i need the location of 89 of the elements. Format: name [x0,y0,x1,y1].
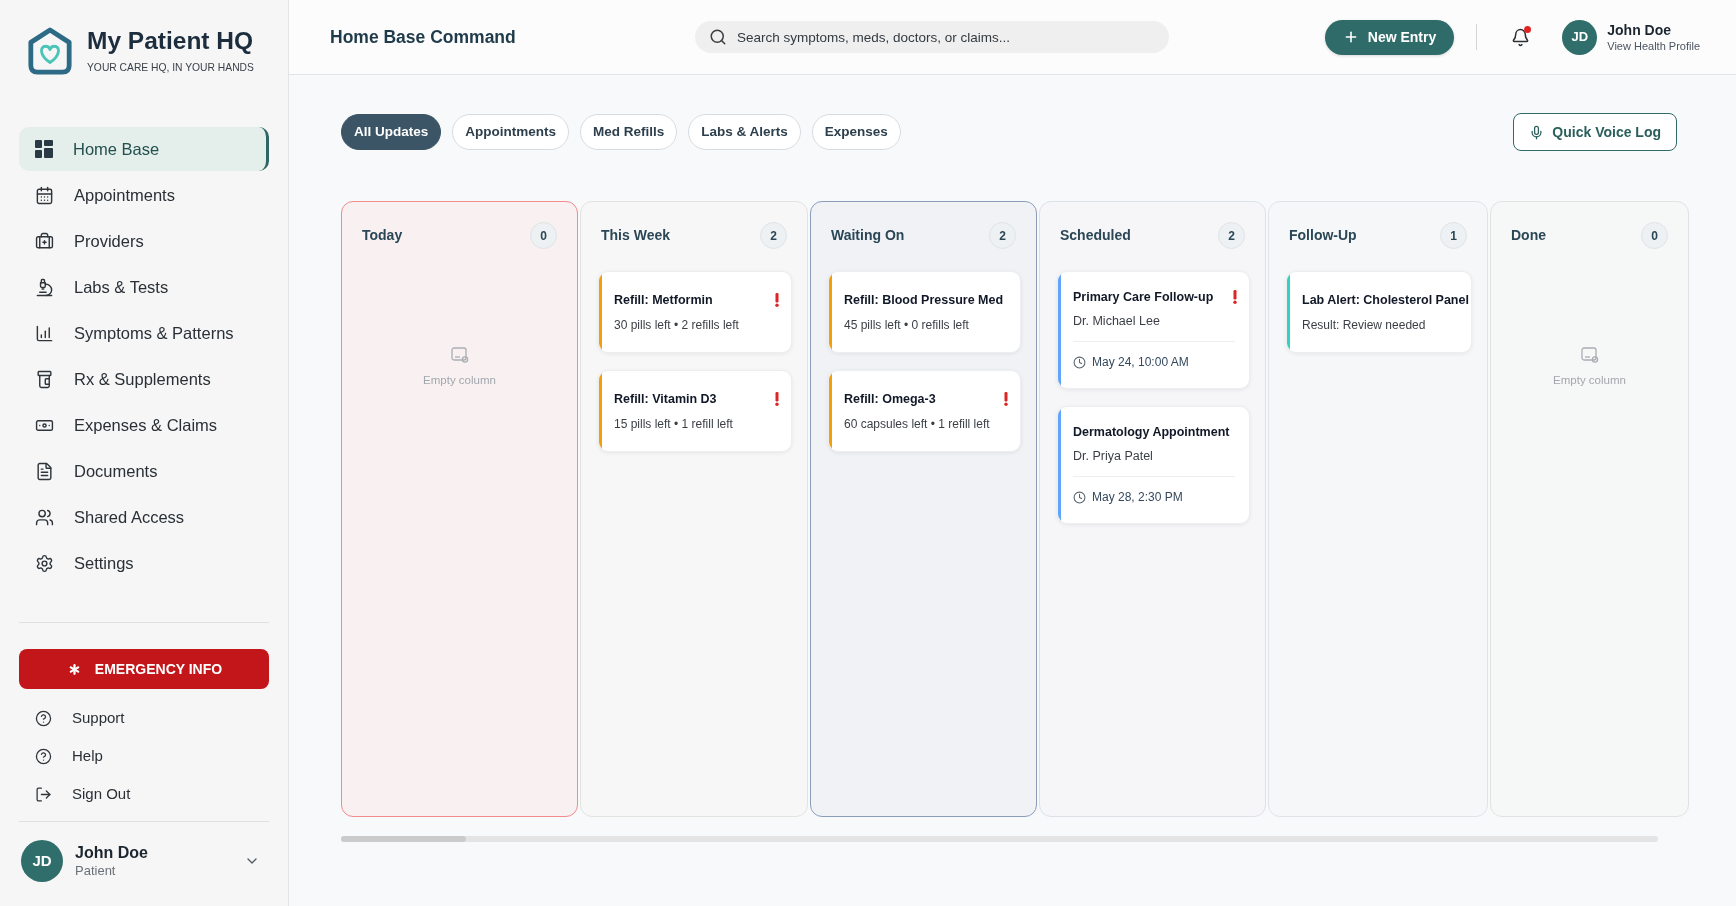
task-card[interactable]: Refill: Vitamin D3 15 pills left • 1 refill left [598,370,792,452]
search-field[interactable]: Search symptoms, meds, doctors, or claims... [695,21,1169,53]
clock-icon [1073,355,1086,369]
count-badge: 2 [760,222,787,249]
column-title: Scheduled [1060,226,1131,245]
card-detail: 30 pills left • 2 refills left [614,317,740,334]
provider-name: Dr. Priya Patel [1073,448,1154,465]
card-detail: Result: Review needed [1302,317,1427,334]
dashboard-icon [35,140,53,158]
nav-item[interactable]: Symptoms & Patterns [19,311,269,355]
clock-icon [1073,490,1086,504]
task-card[interactable]: Refill: Blood Pressure Med 45 pills left • 0 refills left [828,271,1021,353]
user-avatar[interactable]: JD [1562,19,1598,55]
filter-tab[interactable]: Med Refills [580,114,678,150]
card-title: Dermatology Appointment [1073,424,1230,441]
brand-title: My Patient HQ [87,26,254,56]
nav-item[interactable]: Rx & Supplements [19,357,269,401]
column-title: Today [362,226,403,245]
view-profile-link[interactable]: View Health Profile [1607,38,1700,53]
filter-tab[interactable]: Labs & Alerts [688,114,801,150]
count-badge: 2 [989,222,1016,249]
card-detail: 45 pills left • 0 refills left [844,317,970,334]
bar-chart-icon [35,323,54,343]
nav-item[interactable]: Appointments [19,173,269,217]
card-icon [450,347,469,363]
task-card[interactable]: Refill: Metformin 30 pills left • 2 refills left [598,271,792,353]
microscope-icon [35,277,54,297]
column-title: Waiting On [831,226,905,245]
nav-item[interactable]: Labs & Tests [19,265,269,309]
task-card[interactable]: Refill: Omega-3 60 capsules left • 1 refill left [828,370,1021,452]
empty-column-text: Empty column [1553,373,1626,388]
card-icon [1580,347,1599,363]
card-title: Refill: Metformin [614,292,713,309]
task-card[interactable]: Lab Alert: Cholesterol Panel Result: Review needed [1286,271,1472,353]
column-title: Done [1511,226,1546,245]
microphone-icon [1529,124,1545,140]
emergency-info-button[interactable]: EMERGENCY INFO [19,649,269,689]
card-detail: 15 pills left • 1 refill left [614,416,734,433]
task-card[interactable]: Primary Care Follow-up Dr. Michael Lee May 24, 10:00 AM [1057,271,1250,389]
new-entry-button[interactable]: New Entry [1324,19,1455,55]
filter-tab[interactable]: Appointments [452,114,569,150]
user-role: Patient [75,863,117,879]
nav-item[interactable]: Providers [19,219,269,263]
pill-bottle-icon [35,369,54,389]
nav-item[interactable]: Settings [19,541,269,585]
page-title: Home Base Command [330,25,517,49]
empty-column-text: Empty column [423,373,496,388]
house-heart-logo-icon [27,26,73,75]
count-badge: 1 [1440,222,1467,249]
column-title: This Week [601,226,670,245]
count-badge: 2 [1218,222,1245,249]
search-icon [709,28,727,46]
calendar-icon [35,185,54,205]
sign-out-icon [35,785,52,803]
sidebar-link[interactable]: Sign Out [19,775,269,813]
card-title: Refill: Blood Pressure Med [844,292,1004,309]
user-avatar: JD [21,840,63,882]
filter-tab[interactable]: All Updates [341,114,442,150]
nav-item[interactable]: Expenses & Claims [19,403,269,447]
horizontal-scrollbar[interactable] [341,836,1658,842]
appointment-time: May 28, 2:30 PM [1092,489,1183,506]
people-icon [35,507,54,527]
card-title: Lab Alert: Cholesterol Panel [1302,292,1469,309]
card-title: Refill: Vitamin D3 [614,391,717,408]
card-title: Primary Care Follow-up [1073,289,1214,306]
user-name: John Doe [75,843,148,863]
nav-item[interactable]: Documents [19,449,269,493]
card-detail: 60 capsules left • 1 refill left [844,416,991,433]
provider-name: Dr. Michael Lee [1073,313,1161,330]
count-badge: 0 [1641,222,1668,249]
filter-tab[interactable]: Expenses [811,114,901,150]
quick-voice-log-button[interactable]: Quick Voice Log [1513,113,1677,151]
help-icon [35,747,52,765]
settings-icon [35,553,54,573]
sidebar-link[interactable]: Help [19,737,269,775]
document-icon [35,461,54,481]
help-icon [35,709,52,727]
appointment-time: May 24, 10:00 AM [1092,354,1189,371]
brand-tagline: YOUR CARE HQ, IN YOUR HANDS [87,61,254,75]
task-card[interactable]: Dermatology Appointment Dr. Priya Patel May 28, 2:30 PM [1057,406,1250,524]
nav-item[interactable]: Shared Access [19,495,269,539]
column-title: Follow-Up [1289,226,1357,245]
user-name: John Doe [1607,21,1673,39]
nav-item[interactable]: Home Base [19,127,269,171]
card-title: Refill: Omega-3 [844,391,936,408]
sidebar-link[interactable]: Support [19,699,269,737]
count-badge: 0 [530,222,557,249]
medical-case-icon [35,231,54,251]
bell-icon [1510,27,1530,47]
